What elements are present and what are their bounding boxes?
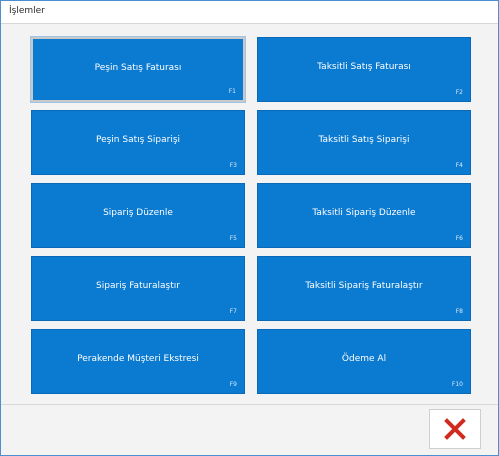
shortcut-key: F4 [455,162,463,169]
odeme-al-button[interactable]: Ödeme Al F10 [257,329,471,394]
button-label: Perakende Müşteri Ekstresi [77,354,199,364]
taksitli-siparis-duzenle-button[interactable]: Taksitli Sipariş Düzenle F6 [257,183,471,248]
window-title: İşlemler [9,6,45,16]
shortcut-key: F5 [229,235,237,242]
close-icon [444,418,466,440]
shortcut-key: F2 [455,89,463,96]
shortcut-key: F7 [229,308,237,315]
siparis-duzenle-button[interactable]: Sipariş Düzenle F5 [31,183,245,248]
close-button[interactable] [429,409,481,449]
button-label: Taksitli Satış Faturası [317,62,411,72]
shortcut-key: F9 [229,381,237,388]
button-label: Taksitli Sipariş Faturalaştır [305,281,423,291]
shortcut-key: F3 [229,162,237,169]
taksitli-satis-faturasi-button[interactable]: Taksitli Satış Faturası F2 [257,37,471,102]
button-label: Peşin Satış Faturası [94,63,182,73]
shortcut-key: F10 [451,381,463,388]
operations-grid: Peşin Satış Faturası F1 Taksitli Satış F… [30,36,476,395]
shortcut-key: F6 [455,235,463,242]
button-label: Taksitli Satış Siparişi [318,135,410,145]
pesin-satis-faturasi-button[interactable]: Peşin Satış Faturası F1 [30,36,246,103]
pesin-satis-siparisi-button[interactable]: Peşin Satış Siparişi F3 [31,110,245,175]
button-label: Taksitli Sipariş Düzenle [312,208,416,218]
button-label: Ödeme Al [341,354,387,364]
button-label: Peşin Satış Siparişi [95,135,181,145]
shortcut-key: F1 [228,88,236,95]
footer-divider [1,404,498,405]
taksitli-satis-siparisi-button[interactable]: Taksitli Satış Siparişi F4 [257,110,471,175]
button-label: Sipariş Faturalaştır [96,281,180,291]
perakende-musteri-ekstresi-button[interactable]: Perakende Müşteri Ekstresi F9 [31,329,245,394]
siparis-faturalastir-button[interactable]: Sipariş Faturalaştır F7 [31,256,245,321]
operations-dialog: İşlemler Peşin Satış Faturası F1 Taksitl… [0,0,499,456]
taksitli-siparis-faturalastir-button[interactable]: Taksitli Sipariş Faturalaştır F8 [257,256,471,321]
title-bar: İşlemler [1,1,498,24]
shortcut-key: F8 [455,308,463,315]
button-label: Sipariş Düzenle [103,208,173,218]
